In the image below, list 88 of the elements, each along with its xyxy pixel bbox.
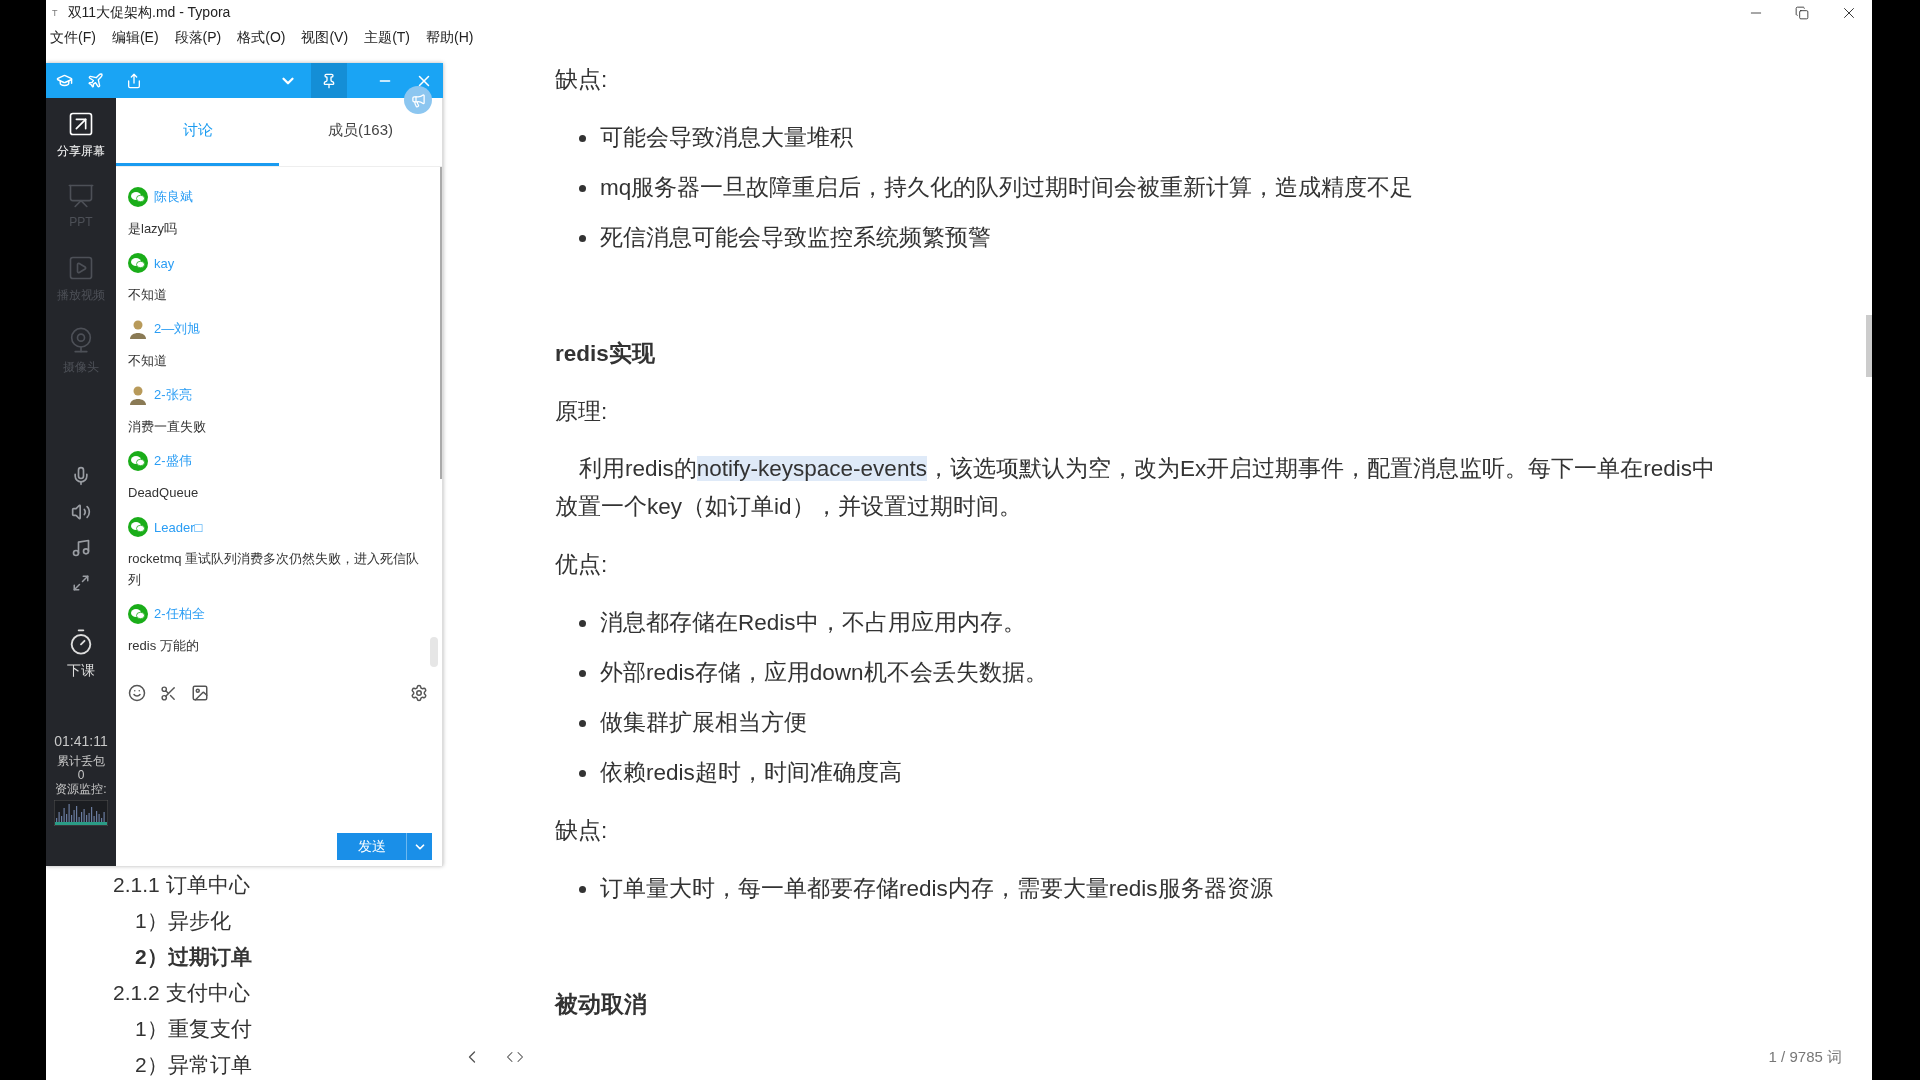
scissors-icon[interactable] (160, 684, 177, 702)
list-item: 做集群扩展相当方便 (600, 709, 807, 737)
section-label: 缺点: (555, 817, 609, 845)
emoji-icon[interactable] (128, 684, 146, 702)
list-bullet (579, 885, 586, 893)
microphone-icon[interactable] (71, 466, 91, 486)
chat-message: DeadQueue (128, 484, 200, 502)
sender-name: 2-张亮 (154, 386, 192, 404)
class-timer: 01:41:11 (54, 732, 108, 750)
avatar-icon (128, 319, 148, 339)
list-item: 订单量大时，每一单都要存储redis内存，需要大量redis服务器资源 (600, 875, 1273, 903)
settings-icon[interactable] (410, 684, 428, 702)
window-title: 双11大促架构.md - Typora (67, 4, 231, 22)
outline-item[interactable]: 2）过期订单 (135, 939, 252, 975)
list-item: 外部redis存储，应用down机不会丢失数据。 (600, 659, 1048, 687)
chat-message: rocketmq 重试队列消费多次仍然失败，进入死信队列 (128, 550, 421, 589)
section-label: 优点: (555, 551, 609, 579)
section-label: 缺点: (555, 66, 609, 94)
section-heading: 被动取消 (555, 991, 648, 1019)
send-options-button[interactable] (407, 833, 432, 860)
list-item: 依赖redis超时，时间准确度高 (600, 759, 902, 787)
section-heading: redis实现 (555, 340, 656, 368)
list-bullet (579, 669, 586, 677)
list-item: 消息都存储在Redis中，不占用应用内存。 (600, 609, 1026, 637)
wechat-avatar-icon (128, 451, 148, 471)
video-play-icon (67, 254, 95, 282)
scrollbar-thumb[interactable] (430, 637, 438, 667)
music-note-icon[interactable] (71, 538, 91, 558)
menu-item[interactable]: 帮助(H) (426, 29, 474, 47)
sender-name: kay (154, 255, 175, 271)
packet-loss-label: 累计丢包 (57, 754, 105, 768)
rail-button[interactable]: 分享屏幕 (57, 110, 105, 182)
packet-loss-value: 0 (77, 768, 85, 782)
list-bullet (579, 769, 586, 777)
outline-item[interactable]: 1）重复支付 (135, 1011, 252, 1047)
monitor-label: 资源监控: (55, 782, 107, 796)
chat-message: redis 万能的 (128, 637, 200, 655)
outline-item[interactable]: 2.1.2 支付中心 (113, 975, 250, 1011)
outline-item[interactable]: 2）异常订单 (135, 1047, 252, 1080)
graduation-cap-icon[interactable] (56, 72, 73, 89)
image-icon[interactable] (191, 684, 209, 702)
sender-name: 2-任柏全 (154, 605, 205, 623)
end-class-button[interactable]: 下课 (67, 628, 95, 680)
airplane-icon[interactable] (87, 72, 104, 89)
scrollbar-thumb[interactable] (1866, 315, 1872, 377)
list-item: 死信消息可能会导致监控系统频繁预警 (600, 224, 991, 252)
menu-item[interactable]: 格式(O) (237, 29, 286, 47)
panel-tab[interactable]: 成员(163) (279, 98, 442, 166)
list-bullet (579, 619, 586, 627)
wechat-avatar-icon (128, 187, 148, 207)
sender-name: 2—刘旭 (154, 320, 201, 338)
chat-message: 不知道 (128, 286, 168, 304)
share-icon[interactable] (126, 72, 142, 89)
list-item: mq服务器一旦故障重启后，持久化的队列过期时间会被重新计算，造成精度不足 (600, 174, 1414, 202)
presentation-icon (67, 182, 95, 210)
chat-message: 消费一直失败 (128, 418, 207, 436)
list-bullet (579, 234, 586, 242)
menu-item[interactable]: 文件(F) (50, 29, 96, 47)
wechat-avatar-icon (128, 253, 148, 273)
sender-name: Leader□ (154, 519, 203, 535)
monitor-graph-drawing (54, 800, 108, 826)
menu-item[interactable]: 主题(T) (364, 29, 410, 47)
wechat-avatar-icon (128, 517, 148, 537)
chat-message: 不知道 (128, 352, 168, 370)
menu-item[interactable]: 视图(V) (301, 29, 349, 47)
sender-name: 2-盛伟 (154, 452, 192, 470)
list-bullet (579, 184, 586, 192)
section-label: 原理: (555, 398, 609, 426)
outline-item[interactable]: 2.1.1 订单中心 (113, 867, 250, 903)
menu-item[interactable]: 编辑(E) (111, 29, 159, 47)
restore-icon[interactable] (1795, 4, 1809, 22)
list-bullet (579, 134, 586, 142)
outline-item[interactable]: 1）异步化 (135, 903, 231, 939)
speaker-icon[interactable] (71, 502, 91, 522)
fullscreen-icon[interactable] (72, 574, 90, 592)
megaphone-icon[interactable] (404, 86, 432, 114)
avatar-icon (128, 385, 148, 405)
list-item: 可能会导致消息大量堆积 (600, 124, 853, 152)
paragraph: 利用redis的notify-keyspace-events，该选项默认为空，改为Ex开启过期事件，配置消息监听。每下一单在redis中放置一个key（如订单id），并设置过期时间。 (555, 455, 1716, 521)
menu-item[interactable]: 段落(P) (174, 29, 222, 47)
app-icon: T (52, 8, 58, 18)
pin-icon[interactable] (311, 63, 347, 98)
wechat-avatar-icon (128, 604, 148, 624)
list-bullet (579, 719, 586, 727)
sender-name: 陈良斌 (154, 188, 193, 206)
word-count[interactable]: 1 / 9785 词 (1768, 1047, 1842, 1067)
share-screen-icon (67, 110, 95, 138)
chat-message: 是lazy吗 (128, 220, 179, 238)
